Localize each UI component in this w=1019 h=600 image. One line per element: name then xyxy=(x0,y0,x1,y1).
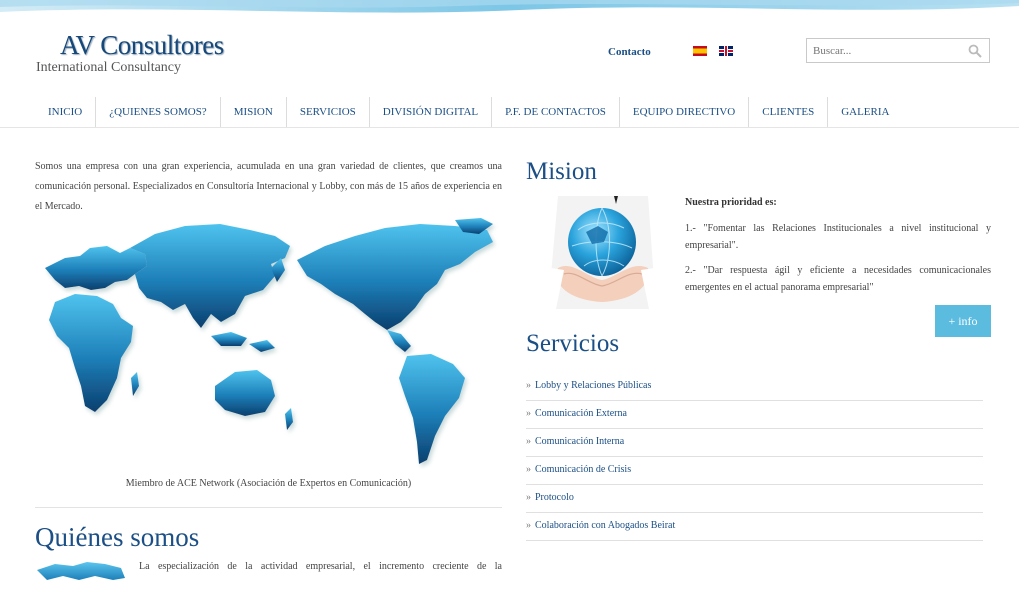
servicio-label: Lobby y Relaciones Públicas xyxy=(535,380,652,391)
world-map-image xyxy=(45,218,493,464)
quienes-somos-thumbnail xyxy=(37,562,125,580)
quienes-somos-text: La especialización de la actividad empre… xyxy=(139,561,502,572)
intro-text: Somos una empresa con una gran experienc… xyxy=(35,161,502,212)
bullet-icon: » xyxy=(526,436,531,447)
nav-item-equipo-directivo[interactable]: EQUIPO DIRECTIVO xyxy=(620,97,750,127)
servicio-label: Comunicación de Crisis xyxy=(535,464,632,475)
nav-item-galeria[interactable]: GALERIA xyxy=(828,97,902,127)
section-divider xyxy=(35,507,502,508)
bullet-icon: » xyxy=(526,492,531,503)
contact-link[interactable]: Contacto xyxy=(608,46,651,58)
nav-item-pf-contactos[interactable]: P.F. DE CONTACTOS xyxy=(492,97,620,127)
nav-item-quienes-somos[interactable]: ¿QUIENES SOMOS? xyxy=(96,97,221,127)
site-logo[interactable]: AV Consultores International Consultancy xyxy=(36,30,236,76)
servicio-item-comunicacion-externa[interactable]: » Comunicación Externa xyxy=(526,401,983,429)
servicio-label: Colaboración con Abogados Beirat xyxy=(535,520,676,531)
nav-item-clientes[interactable]: CLIENTES xyxy=(749,97,829,127)
mision-heading: Mision xyxy=(526,158,597,185)
bullet-icon: » xyxy=(526,520,531,531)
map-caption: Miembro de ACE Network (Asociación de Ex… xyxy=(125,478,412,489)
servicio-label: Comunicación Interna xyxy=(535,436,625,447)
bullet-icon: » xyxy=(526,464,531,475)
priority-title: Nuestra prioridad es: xyxy=(685,197,777,208)
flag-en-icon[interactable] xyxy=(719,46,733,56)
servicios-heading: Servicios xyxy=(526,330,620,357)
bullet-icon: » xyxy=(526,408,531,419)
servicio-label: Protocolo xyxy=(535,492,574,503)
nav-item-division-digital[interactable]: DIVISIÓN DIGITAL xyxy=(370,97,493,127)
servicio-item-protocolo[interactable]: » Protocolo xyxy=(526,485,983,513)
nav-item-inicio[interactable]: INICIO xyxy=(35,97,97,127)
quienes-somos-heading: Quiénes somos xyxy=(35,522,200,552)
priority-point-2: 2.- "Dar respuesta ágil y eficiente a ne… xyxy=(685,265,991,293)
site-header: AV Consultores International Consultancy… xyxy=(0,0,1019,95)
servicios-list: » Lobby y Relaciones Públicas » Comunicaci… xyxy=(526,373,983,541)
main-nav: INICIO ¿QUIENES SOMOS? MISION SERVICIOS … xyxy=(35,97,902,127)
servicio-label: Comunicación Externa xyxy=(535,408,627,419)
logo-main-text: AV Consultores xyxy=(60,30,224,60)
nav-divider xyxy=(0,127,1019,128)
language-switcher xyxy=(693,46,733,56)
globe-in-hands-image xyxy=(528,196,677,309)
search-box xyxy=(806,38,990,63)
servicio-item-abogados-beirat[interactable]: » Colaboración con Abogados Beirat xyxy=(526,513,983,541)
nav-item-mision[interactable]: MISION xyxy=(221,97,287,127)
search-icon[interactable] xyxy=(968,44,982,58)
servicio-item-comunicacion-crisis[interactable]: » Comunicación de Crisis xyxy=(526,457,983,485)
logo-subtitle: International Consultancy xyxy=(36,60,182,75)
priority-point-1: 1.- "Fomentar las Relaciones Institucion… xyxy=(685,223,991,251)
nav-item-servicios[interactable]: SERVICIOS xyxy=(287,97,370,127)
flag-es-icon[interactable] xyxy=(693,46,707,56)
search-input[interactable] xyxy=(807,39,957,62)
servicio-item-comunicacion-interna[interactable]: » Comunicación Interna xyxy=(526,429,983,457)
mision-info-button[interactable]: + info xyxy=(935,305,991,337)
bullet-icon: » xyxy=(526,380,531,391)
servicio-item-lobby[interactable]: » Lobby y Relaciones Públicas xyxy=(526,373,983,401)
